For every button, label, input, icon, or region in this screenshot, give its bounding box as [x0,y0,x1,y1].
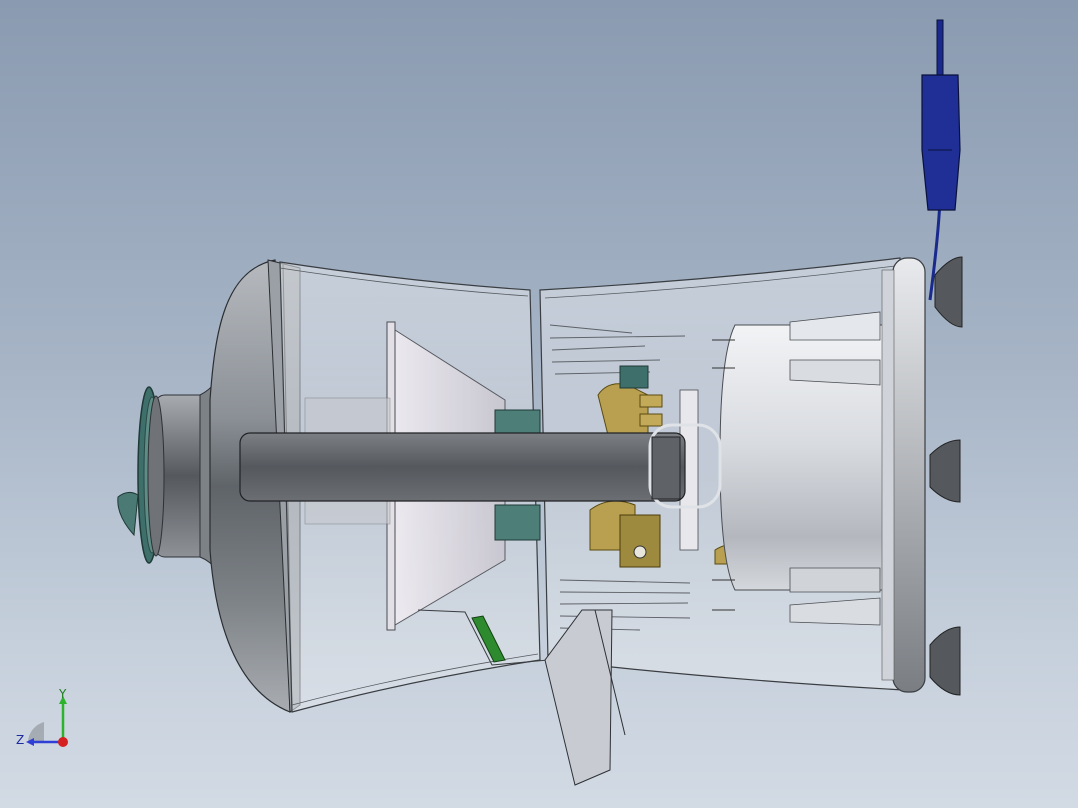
cad-viewport[interactable]: Y Z [0,0,1078,808]
x-axis-point [58,737,68,747]
z-axis-label: Z [16,733,24,747]
carry-handle[interactable] [239,423,722,509]
triad-plane [28,722,44,742]
front-end-cap[interactable] [881,257,926,693]
y-axis-label: Y [58,687,67,701]
rubber-feet [929,256,963,696]
power-cable[interactable] [921,19,961,301]
motor-assembly-model[interactable] [0,0,1078,808]
coordinate-triad: Y Z [16,687,68,747]
